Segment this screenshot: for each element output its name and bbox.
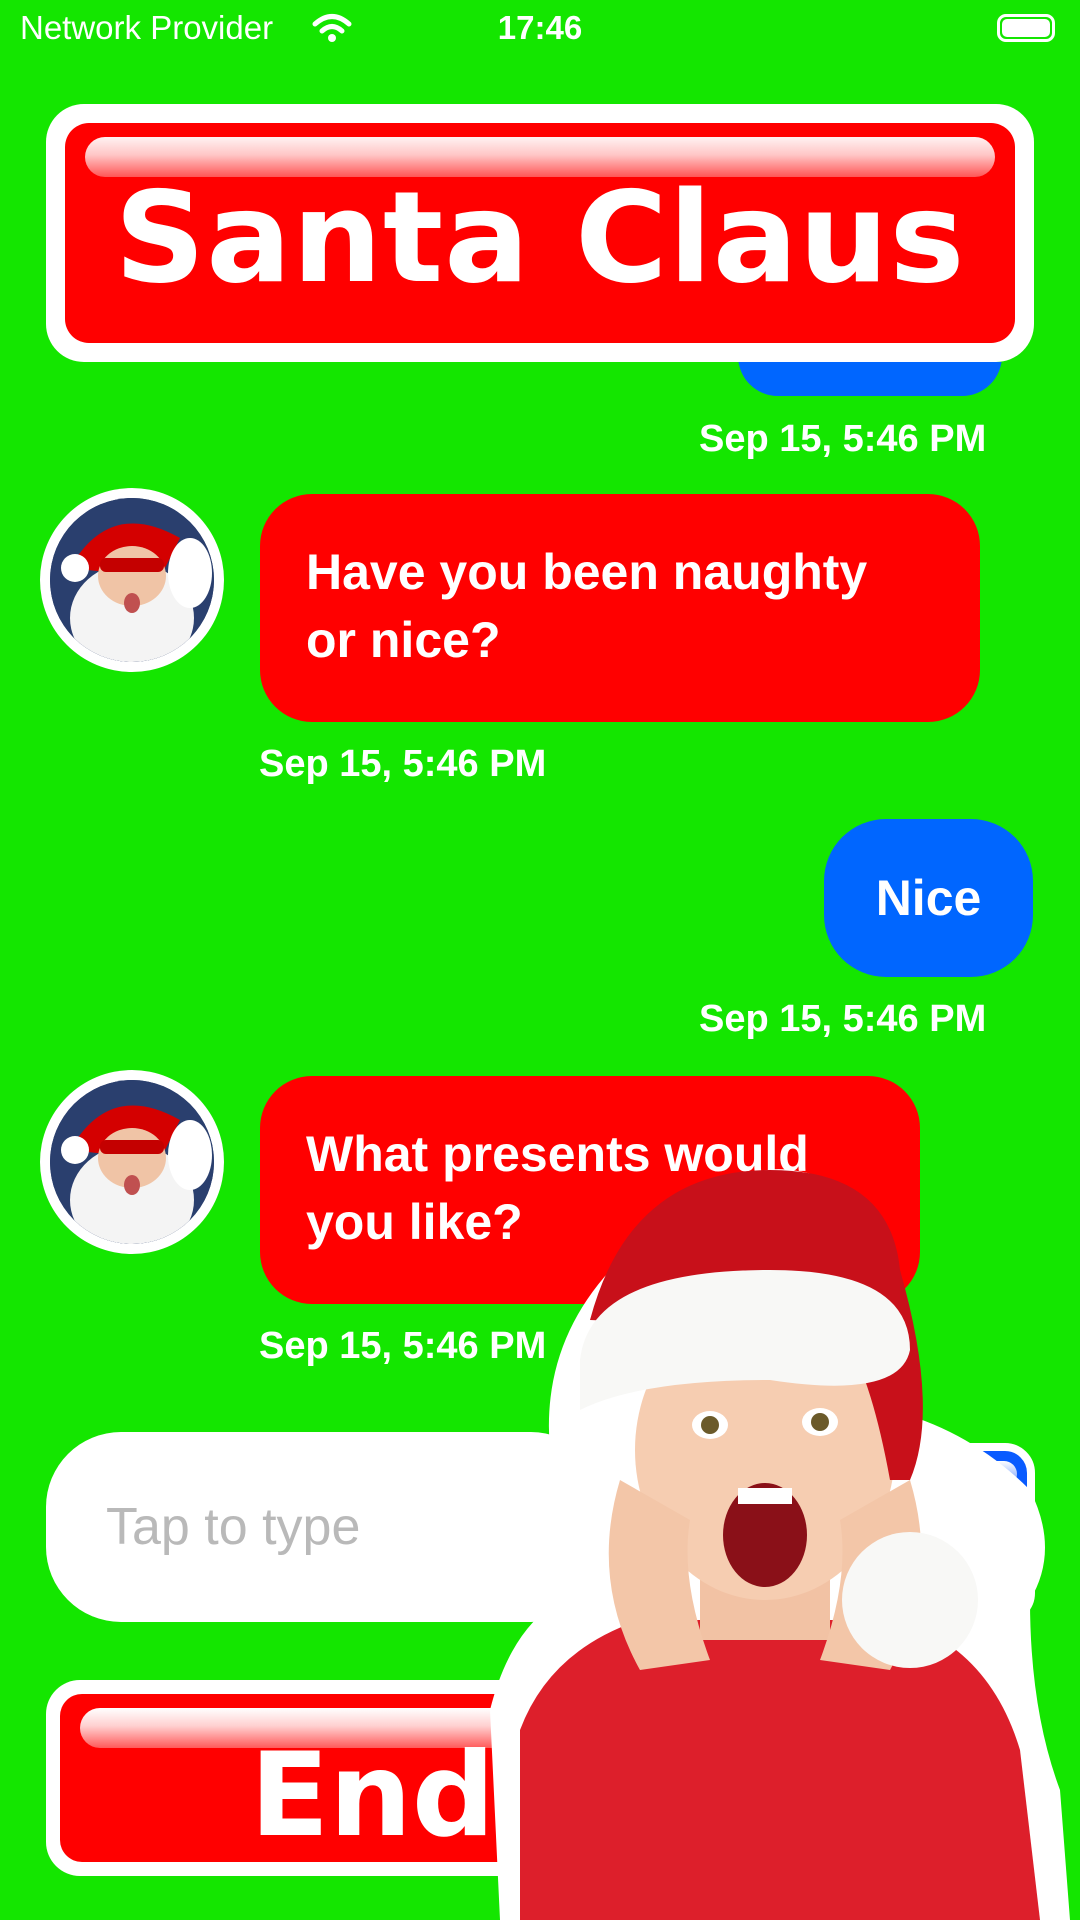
santa-face-icon <box>50 1080 214 1244</box>
santa-face-icon <box>50 498 214 662</box>
page-title: Santa Claus <box>114 164 966 311</box>
status-bar: Network Provider 17:46 <box>0 0 1080 60</box>
message-timestamp: Sep 15, 5:46 PM <box>259 743 547 785</box>
input-placeholder: Tap to type <box>106 1498 361 1556</box>
previous-user-bubble <box>738 362 1002 396</box>
user-message-bubble: Nice <box>824 819 1033 977</box>
santa-avatar <box>40 488 224 672</box>
battery-icon <box>997 14 1055 42</box>
message-text: Have you been naughty <box>306 544 868 600</box>
message-text: or nice? <box>306 612 501 668</box>
kid-sticker-image <box>490 1169 1070 1920</box>
santa-message-bubble: Have you been naughty or nice? <box>260 494 980 722</box>
message-text: Nice <box>875 870 982 926</box>
message-timestamp: Sep 15, 5:46 PM <box>699 998 987 1040</box>
clock: 17:46 <box>497 9 583 46</box>
message-timestamp: Sep 15, 5:46 PM <box>699 418 987 460</box>
santa-avatar <box>40 1070 224 1254</box>
end-button-label: End <box>250 1728 495 1862</box>
title-banner: Santa Claus <box>46 104 1034 362</box>
